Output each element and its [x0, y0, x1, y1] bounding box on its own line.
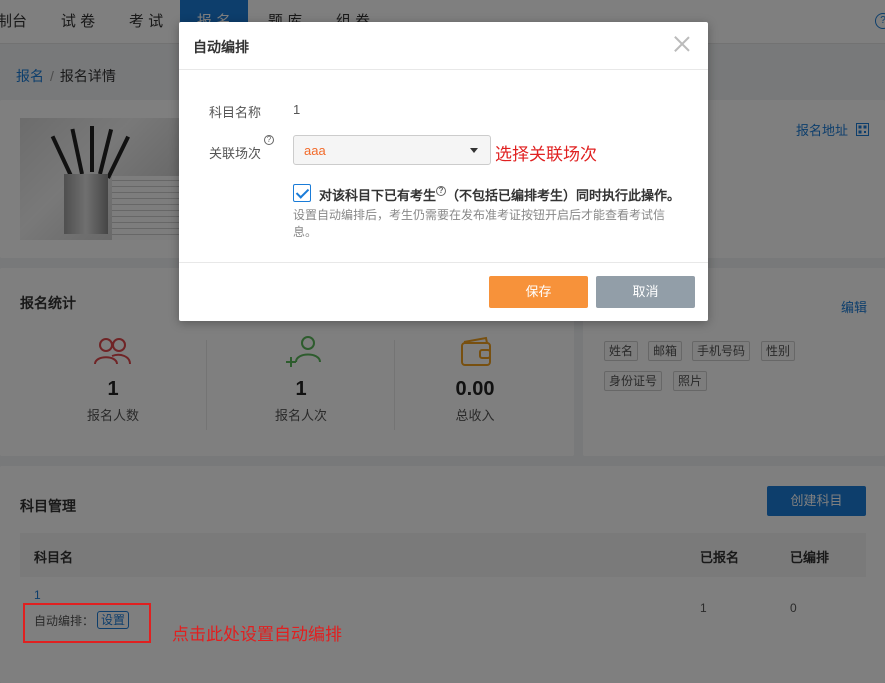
apply-existing-label-tail: （不包括已编排考生）同时执行此操作。 — [446, 188, 681, 203]
subject-name-value: 1 — [293, 102, 301, 117]
annotation-click-hint: 点击此处设置自动编排 — [172, 625, 342, 644]
dialog-title: 自动编排 — [193, 39, 249, 55]
dialog-footer-divider — [179, 262, 708, 263]
subject-name-label: 科目名称 — [209, 105, 262, 120]
annotation-select-hint: 选择关联场次 — [495, 145, 597, 164]
apply-existing-checkbox[interactable] — [293, 184, 311, 202]
session-select-value: aaa — [304, 143, 326, 158]
help-icon[interactable]: ? — [264, 135, 274, 145]
session-select[interactable]: aaa — [293, 135, 491, 165]
dialog-header: 自动编排 — [179, 22, 708, 70]
cancel-button[interactable]: 取消 — [596, 276, 695, 308]
session-label: 关联场次 — [209, 146, 262, 161]
chevron-down-icon — [470, 148, 478, 153]
highlight-box — [23, 603, 151, 643]
apply-existing-label: 对该科目下已有考生? （不包括已编排考生）同时执行此操作。 — [319, 185, 680, 204]
help-icon[interactable]: ? — [436, 186, 447, 196]
dialog-note: 设置自动编排后，考生仍需要在发布准考证按钮开启后才能查看考试信息。 — [293, 208, 666, 239]
auto-arrange-dialog: 自动编排 科目名称 1 关联场次 ? aaa 选择关联场次 对该科目下已有考生?… — [179, 22, 708, 321]
apply-existing-label-text: 对该科目下已有考生 — [319, 188, 437, 203]
close-icon[interactable] — [672, 34, 692, 54]
save-button[interactable]: 保存 — [489, 276, 588, 308]
